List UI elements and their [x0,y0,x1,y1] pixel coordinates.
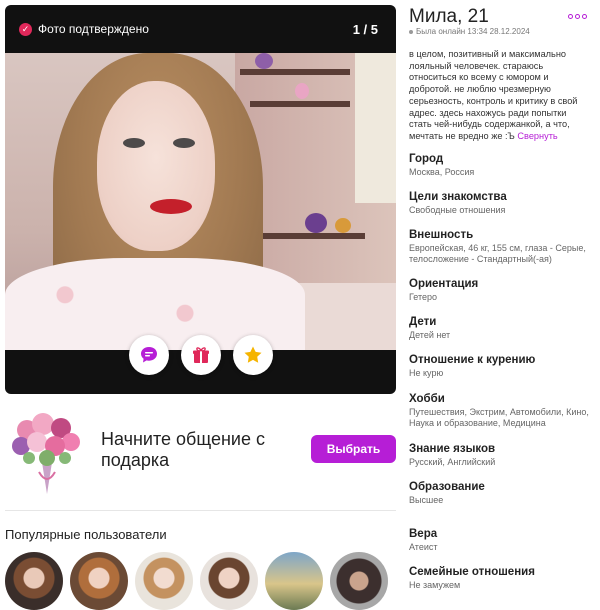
popular-user-avatar[interactable] [5,552,63,610]
field-value: Европейская, 46 кг, 155 см, глаза - Серы… [409,243,586,264]
field-label: Семейные отношения [409,566,535,578]
more-dot [582,14,587,19]
field-value: Атеист [409,542,438,552]
popular-users-title: Популярные пользователи [5,527,167,542]
field-label: Дети [409,316,437,328]
profile-name: Мила, 21 [409,6,489,27]
photo-toy [295,83,309,99]
field-label: Отношение к курению [409,354,536,366]
field-label: Хобби [409,393,445,405]
message-button[interactable] [128,335,169,375]
profile-photo-card: ✓ Фото подтверждено 1 / 5 [5,5,396,394]
check-icon: ✓ [19,22,32,36]
collapse-link[interactable]: Свернуть [517,131,557,141]
last-seen: Была онлайн 13:34 28.12.2024 [409,27,530,36]
bouquet-image [12,413,80,494]
last-seen-text: Была онлайн 13:34 28.12.2024 [416,27,530,36]
field-value: Не замужем [409,580,461,590]
field-label: Вера [409,528,438,540]
field-label: Цели знакомства [409,191,507,203]
photo-counter: 1 / 5 [352,21,378,37]
gift-button[interactable] [180,335,221,375]
profile-photo[interactable] [5,53,396,350]
choose-gift-button[interactable]: Выбрать [311,435,396,463]
field-dating-goals: Цели знакомства Свободные отношения [409,191,595,216]
popular-user-avatar[interactable] [135,552,193,610]
field-smoking: Отношение к курению Не курю [409,354,595,379]
more-dot [575,14,580,19]
popular-user-avatar[interactable] [265,552,323,610]
popular-user-avatar[interactable] [200,552,258,610]
photo-header: ✓ Фото подтверждено 1 / 5 [5,5,396,53]
photo-eye [123,138,145,148]
verified-label: Фото подтверждено [38,22,149,36]
field-label: Внешность [409,229,474,241]
field-education: Образование Высшее [409,481,595,506]
favorite-button[interactable] [232,335,273,375]
photo-face [97,81,215,251]
field-value: Не курю [409,368,444,378]
field-children: Дети Детей нет [409,316,595,341]
field-languages: Знание языков Русский, Английский [409,443,595,468]
more-dot [568,14,573,19]
offline-status-icon [409,29,413,34]
photo-actions [5,335,396,375]
field-orientation: Ориентация Гетеро [409,278,595,303]
photo-toy [335,218,351,233]
field-label: Знание языков [409,443,496,455]
field-value: Детей нет [409,330,451,340]
photo-poster [355,53,396,203]
photo-shelf [255,233,365,239]
more-options-icon[interactable] [568,14,587,19]
star-icon [244,346,261,363]
field-value: Свободные отношения [409,205,506,215]
about-text: в целом, позитивный и максимально лояльн… [409,49,591,143]
field-marital-status: Семейные отношения Не замужем [409,566,595,591]
field-value: Русский, Английский [409,457,496,467]
gift-promo-banner: Начните общение с подарка Выбрать [5,404,396,511]
field-religion: Вера Атеист [409,528,595,553]
field-appearance: Внешность Европейская, 46 кг, 155 см, гл… [409,229,595,265]
photo-shelf [240,69,350,75]
field-city: Город Москва, Россия [409,153,595,178]
verified-badge: ✓ Фото подтверждено [19,22,149,36]
field-value: Москва, Россия [409,167,475,177]
about-body: в целом, позитивный и максимально лояльн… [409,49,578,141]
photo-eye [173,138,195,148]
field-label: Образование [409,481,485,493]
field-value: Высшее [409,495,444,505]
field-hobbies: Хобби Путешествия, Экстрим, Автомобили, … [409,393,595,429]
photo-toy [305,213,327,233]
chat-icon [140,347,157,363]
photo-toy [255,53,273,69]
popular-users-list [5,552,388,610]
gift-promo-text: Начните общение с подарка [101,429,265,470]
popular-user-avatar[interactable] [330,552,388,610]
gift-icon [192,347,209,363]
field-value: Гетеро [409,292,438,302]
photo-lips [150,199,192,214]
field-value: Путешествия, Экстрим, Автомобили, Кино, … [409,407,589,428]
field-label: Город [409,153,444,165]
photo-shelf [250,101,350,107]
field-label: Ориентация [409,278,479,290]
popular-user-avatar[interactable] [70,552,128,610]
